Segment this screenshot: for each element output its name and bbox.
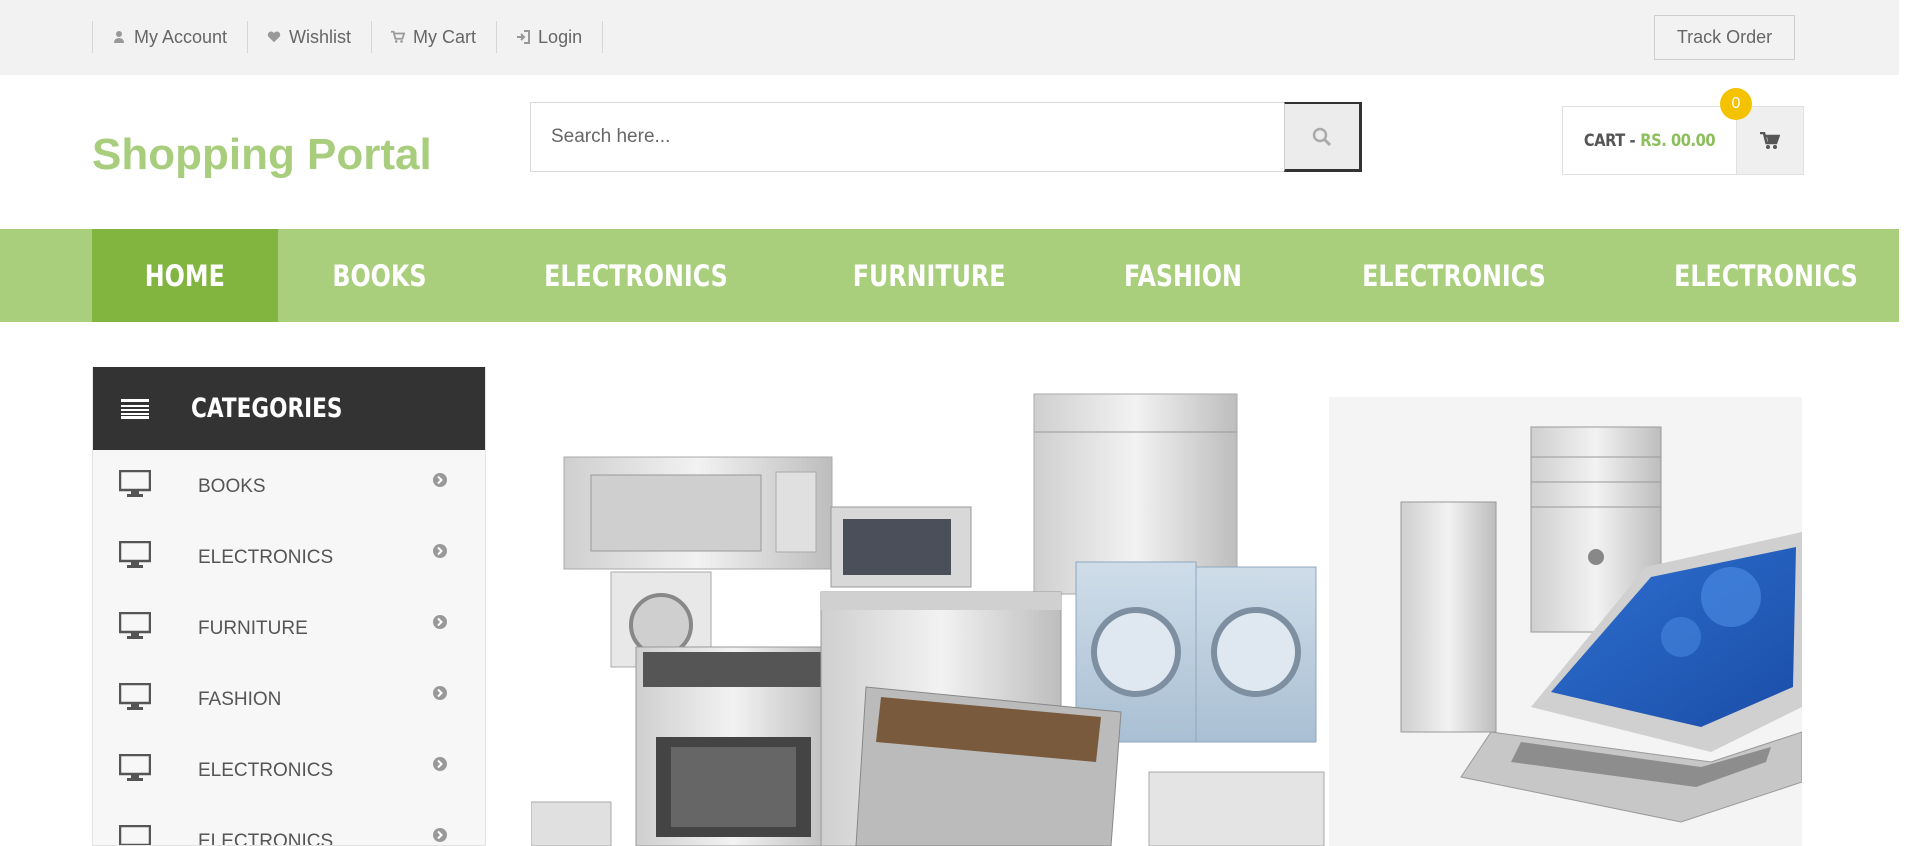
cart-amount: RS. 00.00: [1640, 130, 1716, 151]
category-label: ELECTRONICS: [198, 760, 334, 781]
wishlist-link[interactable]: Wishlist: [248, 21, 373, 53]
main-nav: HOME BOOKS ELECTRONICS FURNITURE FASHION…: [0, 229, 1899, 322]
login-icon: [516, 30, 531, 44]
arrow-circle-right-icon: [433, 757, 447, 771]
wishlist-label: Wishlist: [289, 26, 352, 47]
nav-item-fashion[interactable]: FASHION: [1067, 229, 1299, 322]
category-item[interactable]: ELECTRONICS: [93, 521, 485, 592]
category-item[interactable]: FASHION: [93, 663, 485, 734]
nav-label: FASHION: [1123, 258, 1242, 293]
cart-icon-button[interactable]: [1736, 107, 1803, 174]
my-account-link[interactable]: My Account: [93, 21, 249, 53]
nav-item-furniture[interactable]: FURNITURE: [792, 229, 1066, 322]
nav-label: BOOKS: [331, 258, 427, 293]
login-link[interactable]: Login: [497, 21, 604, 53]
nav-label: ELECTRONICS: [1674, 258, 1859, 293]
categories-header: CATEGORIES: [93, 367, 485, 450]
arrow-circle-right-icon: [433, 544, 447, 558]
categories-title: CATEGORIES: [191, 393, 343, 424]
nav-item-home[interactable]: HOME: [92, 229, 278, 322]
monitor-icon: [119, 541, 151, 568]
arrow-circle-right-icon: [433, 473, 447, 487]
my-cart-label: My Cart: [413, 26, 477, 47]
nav-item-electronics-3[interactable]: ELECTRONICS: [1610, 229, 1920, 322]
category-item[interactable]: FURNITURE: [93, 592, 485, 663]
monitor-icon: [119, 470, 151, 497]
categories-sidebar: CATEGORIES BOOKS ELECTRONICS FURNITURE F…: [92, 367, 486, 846]
track-order-button[interactable]: Track Order: [1654, 15, 1795, 60]
monitor-icon: [119, 683, 151, 710]
menu-icon: [121, 398, 149, 419]
cart-summary: CART - RS. 00.00: [1575, 107, 1724, 174]
nav-item-electronics[interactable]: ELECTRONICS: [480, 229, 792, 322]
cart-label: CART -: [1583, 130, 1636, 151]
monitor-icon: [119, 754, 151, 781]
nav-label: ELECTRONICS: [544, 258, 729, 293]
arrow-circle-right-icon: [433, 615, 447, 629]
my-account-label: My Account: [134, 26, 228, 47]
nav-item-electronics-2[interactable]: ELECTRONICS: [1298, 229, 1610, 322]
cart-count-badge: 0: [1720, 88, 1752, 120]
nav-label: HOME: [144, 258, 225, 293]
monitor-icon: [119, 825, 151, 845]
top-links: My Account Wishlist My Cart Login: [92, 21, 604, 53]
nav-label: ELECTRONICS: [1362, 258, 1547, 293]
search-input[interactable]: [531, 103, 1284, 171]
arrow-circle-right-icon: [433, 686, 447, 700]
site-logo[interactable]: Shopping Portal: [92, 130, 432, 180]
search-icon: [1312, 127, 1332, 146]
header-cart[interactable]: CART - RS. 00.00: [1562, 106, 1804, 175]
heart-icon: [267, 30, 281, 44]
category-label: BOOKS: [198, 476, 266, 497]
monitor-icon: [119, 612, 151, 639]
category-label: ELECTRONICS: [198, 547, 334, 568]
category-item[interactable]: BOOKS: [93, 450, 485, 521]
arrow-circle-right-icon: [433, 828, 447, 842]
category-label: FURNITURE: [198, 618, 308, 639]
category-item[interactable]: ELECTRONICS: [93, 805, 485, 846]
search-button[interactable]: [1284, 102, 1362, 172]
hero-banner[interactable]: [531, 367, 1802, 846]
cart-icon: [391, 30, 406, 44]
category-label: FASHION: [198, 689, 282, 710]
search-bar: [530, 102, 1362, 172]
nav-label: FURNITURE: [853, 258, 1006, 293]
top-bar: My Account Wishlist My Cart Login Track …: [0, 0, 1899, 75]
login-label: Login: [538, 26, 583, 47]
user-icon: [112, 30, 126, 44]
category-item[interactable]: ELECTRONICS: [93, 734, 485, 805]
appliances-banner-image: [531, 367, 1802, 846]
nav-item-books[interactable]: BOOKS: [278, 229, 481, 322]
my-cart-link[interactable]: My Cart: [372, 21, 498, 53]
category-label: ELECTRONICS: [198, 831, 334, 846]
shopping-cart-icon: [1760, 131, 1780, 149]
